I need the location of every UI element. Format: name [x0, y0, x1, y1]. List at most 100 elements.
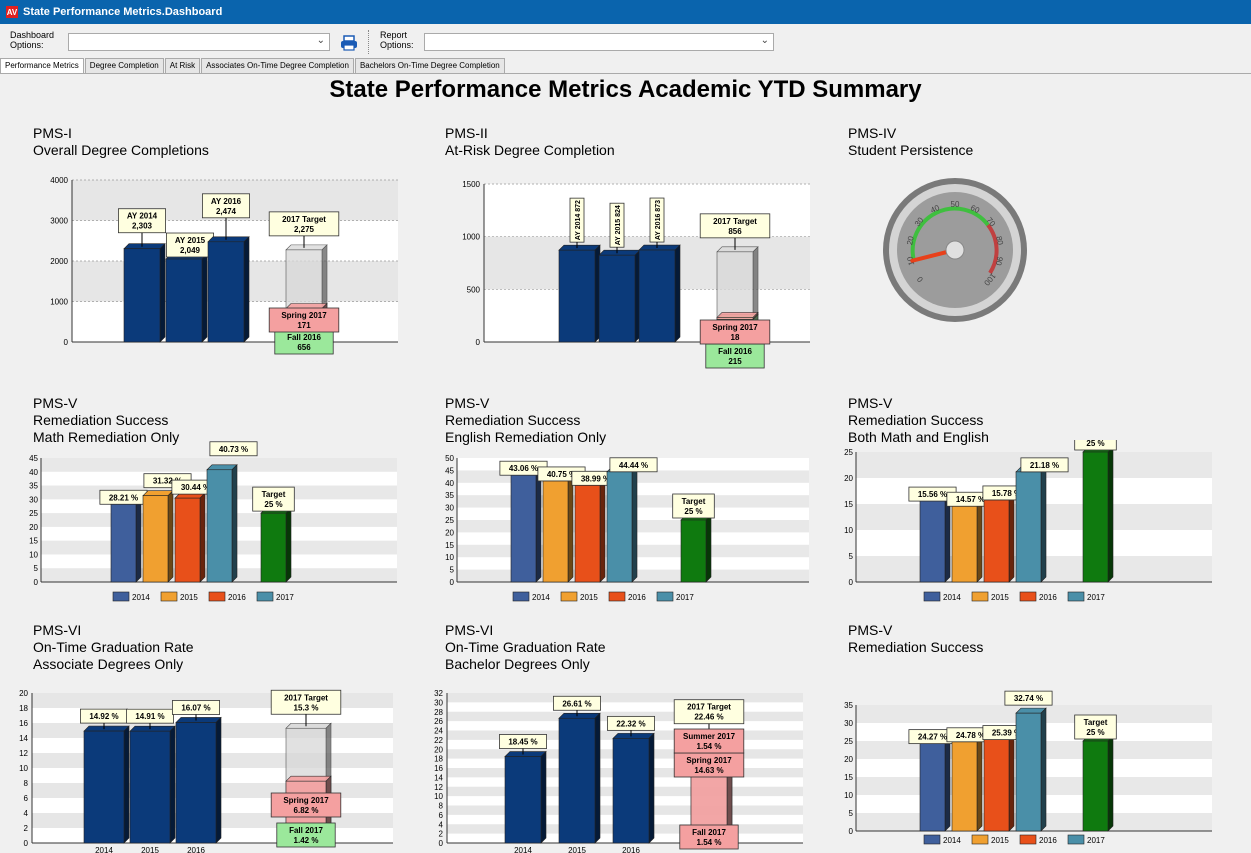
bar-value-label-text: 14.91 %: [135, 712, 164, 721]
target-label-text: Target: [262, 490, 286, 499]
y-tick-label: 0: [849, 578, 854, 587]
legend-swatch-2015: [560, 591, 578, 602]
y-tick-label: 16: [19, 719, 28, 728]
bar-2015: [142, 489, 174, 583]
y-tick-label: 4000: [50, 176, 68, 185]
target-label: 2017 Target2,275: [268, 211, 340, 237]
panel-title-pms6-assoc: PMS-VI On-Time Graduation Rate Associate D…: [33, 622, 194, 672]
panel-title-pms6-bach: PMS-VI On-Time Graduation Rate Bachelor De…: [445, 622, 606, 672]
stack-label-text: 171: [297, 321, 311, 330]
y-tick-label: 500: [467, 285, 481, 294]
bar-value-label-text: AY 2016: [211, 197, 242, 206]
bar-value-label-text: AY 2015: [175, 236, 206, 245]
stack-label-text: Fall 2017: [692, 828, 726, 837]
bar-label-text: AY 2014 872: [575, 200, 582, 240]
y-tick-label: 20: [29, 523, 38, 532]
bar-value-label-text: 14.92 %: [89, 712, 118, 721]
bar-ay-2016: [207, 236, 250, 343]
legend-label-2017: 2017: [1087, 593, 1105, 602]
y-tick-label: 2: [439, 830, 444, 839]
stack-label-text: 656: [297, 343, 311, 352]
x-tick-label: 2014: [514, 846, 532, 853]
stack-label-text: Spring 2017: [686, 756, 732, 765]
bar-value-label-text: 44.44 %: [619, 461, 648, 470]
panel-title-pms1: PMS-I Overall Degree Completions: [33, 125, 209, 158]
chart-pms5-math: 05101520253035404528.21 %31.32 %30.44 %4…: [29, 441, 397, 602]
y-tick-label: 20: [19, 689, 28, 698]
target-label-text: 25 %: [684, 507, 702, 516]
bar-value-label-text: 2,474: [216, 207, 237, 216]
target-bar: [260, 507, 292, 583]
legend-swatch-2016: [208, 591, 226, 602]
bar-ay-2015: [165, 253, 208, 343]
target-label-text: 2017 Target: [282, 215, 326, 224]
target-label: Target25 %: [1074, 714, 1117, 740]
tab-performance-metrics[interactable]: Performance Metrics: [0, 58, 84, 74]
legend-swatch-2015: [971, 591, 989, 602]
target-label-text: 22.46 %: [694, 713, 723, 722]
legend-label-2016: 2016: [1039, 593, 1057, 602]
target-label-text: 2017 Target: [687, 703, 731, 712]
chart-pms5-english: 0510152025303540455043.06 %40.75 % 38.99 …: [445, 454, 809, 602]
bar-value-label: 32.74 %: [1004, 690, 1053, 706]
tab-at-risk[interactable]: At Risk: [164, 58, 201, 73]
y-tick-label: 20: [434, 745, 443, 754]
tab-associates-on-time[interactable]: Associates On-Time Degree Completion: [201, 58, 354, 73]
target-label: Target25 %: [252, 486, 295, 512]
y-tick-label: 1500: [462, 180, 480, 189]
legend-swatch-2017: [1067, 591, 1085, 602]
tab-degree-completion[interactable]: Degree Completion: [84, 58, 164, 73]
y-tick-label: 5: [34, 564, 39, 573]
bar-ay-2014: [558, 244, 601, 343]
bar-value-label-text: 38.99 %: [581, 474, 610, 483]
target-label: 2017 Target856: [699, 213, 771, 239]
bar-label-text: AY 2016 873: [655, 200, 662, 240]
bar-value-label: 21.18 %: [1020, 457, 1069, 473]
panel-title-pms5-math: PMS-V Remediation Success Math Remediation…: [33, 395, 180, 445]
bar-value-label: AY 20162,474: [201, 193, 250, 219]
x-tick-label: 2015: [141, 846, 159, 853]
window-title: State Performance Metrics.Dashboard: [23, 6, 223, 18]
panel-title-pms4: PMS-IV Student Persistence: [848, 125, 974, 158]
y-tick-label: 4: [439, 820, 444, 829]
legend-label-2016: 2016: [628, 593, 646, 602]
stack-label-text: Summer 2017: [683, 732, 736, 741]
y-tick-label: 20: [844, 755, 853, 764]
bar-value-label-text: 2,049: [180, 246, 201, 255]
stack-label: Fall 2016656: [274, 329, 334, 355]
bar-value-label: 44.44 %: [609, 457, 658, 473]
app-logo-icon: AV: [6, 6, 18, 18]
bar-2015: [129, 725, 176, 844]
bar-value-label-text: 16.07 %: [181, 703, 210, 712]
legend-label-2016: 2016: [228, 593, 246, 602]
bar-2015: [951, 736, 983, 832]
printer-icon[interactable]: [339, 35, 359, 51]
y-tick-label: 30: [434, 698, 443, 707]
toolbar-separator: [368, 30, 369, 54]
y-tick-label: 0: [849, 827, 854, 836]
tab-bachelors-on-time[interactable]: Bachelors On-Time Degree Completion: [354, 58, 505, 73]
bar-value-label-text: 26.61 %: [562, 699, 591, 708]
y-tick-label: 1000: [462, 233, 480, 242]
y-tick-label: 5: [849, 552, 854, 561]
bar-value-label-text: 30.44 %: [181, 483, 210, 492]
chart-pms5-both: 051015202515.56 %14.57 %15.78 %21.18 %Ta…: [844, 440, 1212, 602]
legend-swatch-2015: [160, 591, 178, 602]
legend-label-2016: 2016: [1039, 836, 1057, 845]
y-tick-label: 18: [434, 755, 443, 764]
bar-value-label-text: 24.27 %: [918, 733, 947, 742]
bar-value-label-text: 40.73 %: [219, 445, 248, 454]
target-label: Target25 %: [1074, 440, 1117, 451]
target-label-text: Target: [682, 497, 706, 506]
page-title: State Performance Metrics Academic YTD S…: [329, 76, 922, 103]
dashboard-options-combo[interactable]: ⌄: [68, 33, 330, 51]
bar-value-label: 14.92 %: [80, 708, 129, 724]
y-tick-label: 4: [24, 809, 29, 818]
grid-band: [447, 693, 803, 703]
stack-label-text: Fall 2017: [289, 826, 323, 835]
y-tick-label: 3000: [50, 217, 68, 226]
bar-2017: [1015, 466, 1047, 583]
chart-pms6-bach: 0246810121416182022242628303218.45 %2014…: [434, 689, 803, 853]
report-options-combo[interactable]: ⌄: [424, 33, 774, 51]
stack-label-text: 18: [731, 333, 740, 342]
